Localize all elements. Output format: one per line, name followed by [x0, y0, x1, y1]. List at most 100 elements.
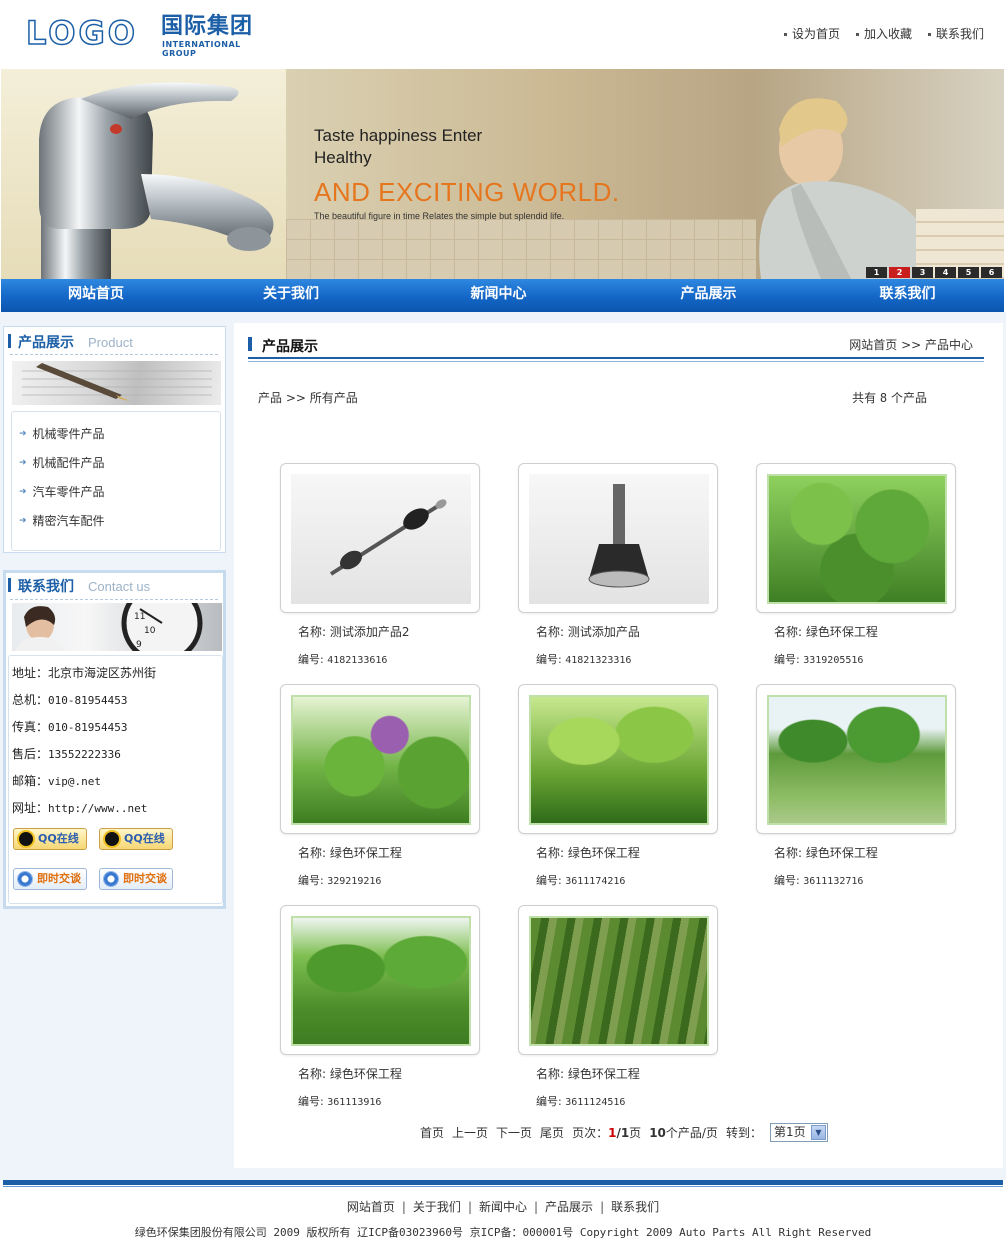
banner-page-3[interactable]: 3: [912, 267, 933, 278]
customer-service-image: 11 10 9: [12, 603, 222, 651]
product-image-frame: [756, 684, 956, 834]
product-name: 名称: 测试添加产品2: [298, 625, 410, 639]
instant-chat-button-1[interactable]: 即时交谈: [13, 868, 87, 890]
product-code: 编号: 3611132716: [774, 874, 864, 887]
pager-last[interactable]: 尾页: [540, 1124, 564, 1141]
pager-page-info: 页次：1/1页: [572, 1126, 642, 1140]
bullet-icon: [783, 33, 787, 36]
banner-page-1[interactable]: 1: [866, 267, 887, 278]
pager-goto-label: 转到：: [725, 1126, 762, 1140]
contact-info-panel: 地址：北京市海淀区苏州街 总机：010-81954453 传真：010-8195…: [8, 655, 223, 904]
bullet-icon: [927, 33, 931, 36]
nav-contact[interactable]: 联系我们: [811, 279, 1004, 312]
product-image-trees: [767, 695, 947, 825]
pager-first[interactable]: 首页: [420, 1124, 444, 1141]
pager-next[interactable]: 下一页: [496, 1124, 532, 1141]
page-select[interactable]: 第1页 ▼: [769, 1123, 828, 1142]
svg-text:9: 9: [136, 640, 142, 650]
pager-prev[interactable]: 上一页: [452, 1124, 488, 1141]
product-code: 编号: 3611174216: [536, 874, 626, 887]
product-image-trees: [529, 695, 709, 825]
product-image-frame: [280, 463, 480, 613]
email-row: 邮箱：vip@.net: [12, 774, 101, 788]
product-image-flowering-trees: [291, 695, 471, 825]
product-image-frame: [518, 684, 718, 834]
nav-home[interactable]: 网站首页: [1, 279, 191, 312]
divider: [248, 357, 984, 359]
arrow-icon: ➜: [19, 429, 27, 439]
pagination: 首页 上一页 下一页 尾页 页次：1/1页 10个产品/页 转到： 第1页 ▼: [420, 1123, 828, 1142]
category-auto-parts[interactable]: ➜ 汽车零件产品: [12, 478, 220, 507]
banner-page-5[interactable]: 5: [958, 267, 979, 278]
add-favorite-link[interactable]: 加入收藏: [855, 25, 912, 42]
product-code: 编号: 4182133616: [298, 653, 388, 666]
product-count: 共有 8 个产品: [852, 391, 927, 405]
category-mechanical-parts[interactable]: ➜ 机械零件产品: [12, 420, 220, 449]
after-sales-row: 售后：13552222336: [12, 747, 121, 761]
product-name: 名称: 测试添加产品: [536, 625, 640, 639]
footer-products[interactable]: 产品展示: [545, 1200, 593, 1214]
footer-about[interactable]: 关于我们: [413, 1200, 461, 1214]
main-nav: 网站首页 关于我们 新闻中心 产品展示 联系我们: [1, 279, 1004, 312]
pen-document-image: [12, 361, 221, 405]
product-image-frame: [756, 463, 956, 613]
bullet-icon: [855, 33, 859, 36]
chat-icon: [17, 871, 33, 887]
separator: |: [467, 1200, 472, 1214]
product-card[interactable]: 名称: 绿色环保工程 编号: 361113916: [280, 905, 480, 1115]
product-card[interactable]: 名称: 绿色环保工程 编号: 3319205516: [756, 463, 956, 673]
category-precision-auto-accessories[interactable]: ➜ 精密汽车配件: [12, 507, 220, 536]
contact-us-link[interactable]: 联系我们: [927, 25, 984, 42]
divider: [10, 354, 218, 355]
category-mechanical-accessories[interactable]: ➜ 机械配件产品: [12, 449, 220, 478]
product-code: 编号: 3611124516: [536, 1095, 626, 1108]
footer-home[interactable]: 网站首页: [347, 1200, 395, 1214]
nav-about[interactable]: 关于我们: [191, 279, 391, 312]
nav-news[interactable]: 新闻中心: [391, 279, 606, 312]
logo[interactable]: LOGO 国际集团 INTERNATIONAL GROUP: [25, 14, 276, 58]
qq-penguin-icon: [103, 830, 121, 848]
product-card[interactable]: 名称: 测试添加产品 编号: 41821323316: [518, 463, 718, 673]
qq-online-button-1[interactable]: QQ在线: [13, 828, 87, 850]
nav-products[interactable]: 产品展示: [606, 279, 811, 312]
instant-chat-button-2[interactable]: 即时交谈: [99, 868, 173, 890]
chat-icon: [103, 871, 119, 887]
product-card[interactable]: 名称: 绿色环保工程 编号: 3611174216: [518, 684, 718, 894]
breadcrumb[interactable]: 网站首页 >> 产品中心: [849, 336, 973, 353]
product-card[interactable]: 名称: 绿色环保工程 编号: 3611124516: [518, 905, 718, 1115]
contact-box-title-en: Contact us: [88, 579, 151, 594]
qq-online-button-2[interactable]: QQ在线: [99, 828, 173, 850]
sub-breadcrumb: 产品 >> 所有产品: [258, 391, 358, 405]
product-card[interactable]: 名称: 绿色环保工程 编号: 3611132716: [756, 684, 956, 894]
qq-penguin-icon: [17, 830, 35, 848]
product-name: 名称: 绿色环保工程: [774, 625, 878, 639]
product-content: 产品展示 网站首页 >> 产品中心 产品 >> 所有产品 共有 8 个产品 名称…: [234, 323, 1003, 1168]
copyright: 绿色环保集团股份有限公司 2009 版权所有 辽ICP备03023960号 京I…: [134, 1226, 872, 1239]
logo-english-name: INTERNATIONAL GROUP: [162, 40, 241, 58]
product-card[interactable]: 名称: 绿色环保工程 编号: 329219216: [280, 684, 480, 894]
svg-text:11: 11: [134, 612, 145, 622]
footer-contact[interactable]: 联系我们: [611, 1200, 659, 1214]
banner-subtext: The beautiful figure in time Relates the…: [314, 211, 565, 221]
product-image-frame: [280, 905, 480, 1055]
banner-page-2[interactable]: 2: [889, 267, 910, 278]
product-image-frame: [518, 905, 718, 1055]
product-name: 名称: 绿色环保工程: [774, 846, 878, 860]
product-box-title: 产品展示: [18, 335, 74, 351]
banner-page-6[interactable]: 6: [981, 267, 1002, 278]
product-card[interactable]: 名称: 测试添加产品2 编号: 4182133616: [280, 463, 480, 673]
logo-mark: LOGO: [25, 14, 138, 52]
product-name: 名称: 绿色环保工程: [536, 1067, 640, 1081]
banner-page-4[interactable]: 4: [935, 267, 956, 278]
pager-per-page: 10个产品/页: [649, 1126, 718, 1140]
logo-chinese-name: 国际集团: [161, 14, 254, 39]
footer-links: 网站首页 | 关于我们 | 新闻中心 | 产品展示 | 联系我们: [0, 1198, 1006, 1215]
set-homepage-link[interactable]: 设为首页: [783, 25, 840, 42]
footer-news[interactable]: 新闻中心: [479, 1200, 527, 1214]
separator: |: [600, 1200, 605, 1214]
product-name: 名称: 绿色环保工程: [536, 846, 640, 860]
arrow-icon: ➜: [19, 458, 27, 468]
divider-thin: [248, 361, 984, 362]
product-code: 编号: 3319205516: [774, 653, 864, 666]
woman-image: [759, 98, 941, 279]
